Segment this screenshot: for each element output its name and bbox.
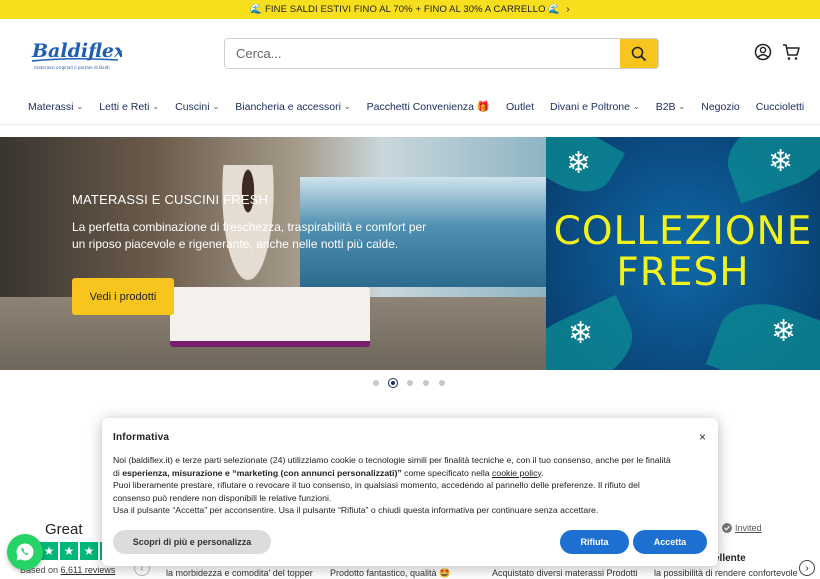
whatsapp-icon: [16, 543, 34, 561]
cookie-paragraph-2: Puoi liberamente prestare, rifiutare o r…: [113, 480, 640, 503]
nav-item-label: Negozio: [701, 100, 740, 113]
nav-item-label: Pacchetti Convenienza 🎁: [366, 101, 490, 113]
nav-item-b2b[interactable]: B2B ⌄: [656, 101, 686, 113]
nav-item-outlet[interactable]: Outlet: [506, 101, 534, 113]
nav-item-negozio[interactable]: Negozio: [701, 101, 740, 113]
close-icon[interactable]: ×: [699, 430, 706, 444]
carousel-dots: [373, 379, 445, 387]
nav-item-label: Cuccioletti: [755, 100, 805, 113]
cookie-policy-link[interactable]: cookie policy: [492, 468, 541, 478]
nav-item-label: Cuscini: [175, 100, 210, 113]
nav-item-letti-e-reti[interactable]: Letti e Reti ⌄: [99, 101, 159, 113]
hero-description: La perfetta combinazione di freschezza, …: [72, 220, 427, 251]
nav-item-label: Materassi: [28, 100, 74, 113]
chevron-down-icon: ⌄: [152, 102, 160, 111]
promo-line-1: COLLEZIONE: [553, 209, 813, 254]
search-icon: [631, 46, 647, 61]
promo-topbar-text: 🌊 FINE SALDI ESTIVI FINO AL 70% + FINO A…: [250, 4, 561, 15]
nav-item-label: Outlet: [506, 100, 535, 113]
review-title: ellente: [714, 553, 746, 564]
main-nav: Materassi ⌄ Letti e Reti ⌄ Cuscini ⌄ Biancheri…: [0, 89, 820, 125]
search-input[interactable]: [225, 39, 620, 68]
reviews-count-link[interactable]: 6,611 reviews: [61, 565, 116, 575]
chevron-down-icon: ⌄: [343, 102, 351, 111]
site-header: Baldiflex materassi originali il portale…: [0, 19, 820, 89]
snowflake-icon: ❄: [771, 315, 797, 348]
cookie-accept-button[interactable]: Accetta: [633, 530, 707, 554]
cookie-title: Informativa: [113, 432, 170, 443]
cookie-reject-button[interactable]: Rifiuta: [560, 530, 629, 554]
snowflake-icon: ❄: [768, 145, 794, 178]
reviews-next-button[interactable]: ›: [799, 560, 815, 576]
search-button[interactable]: [620, 39, 658, 68]
baldiflex-logo[interactable]: Baldiflex materassi originali il portale…: [30, 37, 126, 73]
nav-item-biancheria-e-accessori[interactable]: Biancheria e accessori ⌄: [235, 101, 350, 113]
hero-carousel: MATERASSI E CUSCINI FRESH La perfetta co…: [0, 137, 820, 370]
nav-item-cuscini[interactable]: Cuscini ⌄: [175, 101, 219, 113]
nav-item-cuccioletti[interactable]: Cuccioletti: [756, 101, 804, 113]
promo-line-2: FRESH: [616, 250, 750, 295]
chevron-down-icon: ⌄: [678, 102, 686, 111]
nav-item-label: Letti e Reti: [99, 100, 150, 113]
nav-item-label: Biancheria e accessori: [235, 100, 341, 113]
mattress-image: [170, 287, 370, 347]
star-icon: ★: [60, 542, 78, 560]
cookie-customize-button[interactable]: Scopri di più e personalizza: [113, 530, 271, 554]
cookie-body: Noi (baldiflex.it) e terze parti selezio…: [113, 454, 673, 517]
star-icon: ★: [80, 542, 98, 560]
nav-item-materassi[interactable]: Materassi ⌄: [28, 101, 83, 113]
nav-item-label: B2B: [655, 100, 676, 113]
carousel-dot[interactable]: [373, 380, 379, 386]
chevron-down-icon: ⌄: [212, 102, 220, 111]
chevron-down-icon: ⌄: [632, 102, 640, 111]
user-icon[interactable]: [754, 43, 772, 61]
hero-cta-button[interactable]: Vedi i prodotti: [72, 278, 174, 315]
nav-item-pacchetti-convenienza[interactable]: Pacchetti Convenienza 🎁: [367, 100, 490, 113]
trustpilot-rating-word: Great: [45, 521, 83, 538]
check-circle-icon: [722, 523, 732, 533]
collezione-fresh-banner[interactable]: ❄ ❄ ❄ ❄ COLLEZIONE FRESH: [546, 137, 820, 370]
carousel-dot[interactable]: [389, 379, 397, 387]
cookie-consent-banner: Informativa × Noi (baldiflex.it) e terze…: [102, 418, 718, 566]
whatsapp-chat-button[interactable]: [7, 534, 43, 570]
logo-tagline: materassi originali il portale di Baldi: [34, 65, 110, 70]
chevron-down-icon: ⌄: [76, 102, 84, 111]
snowflake-icon: ❄: [566, 147, 592, 180]
search-bar: [224, 38, 659, 69]
review-snippet: Prodotto fantastico, qualità 🤩: [330, 568, 451, 578]
carousel-dot[interactable]: [439, 380, 445, 386]
chevron-right-icon[interactable]: ›: [566, 4, 569, 15]
header-actions: [754, 43, 800, 61]
hero-title: MATERASSI E CUSCINI FRESH: [72, 192, 269, 207]
review-invited-badge: Invited: [722, 523, 762, 533]
nav-item-label: Divani e Poltrone: [550, 100, 630, 113]
carousel-dot[interactable]: [407, 380, 413, 386]
nav-item-divani-e-poltrone[interactable]: Divani e Poltrone ⌄: [550, 101, 640, 113]
carousel-dot[interactable]: [423, 380, 429, 386]
promo-topbar[interactable]: 🌊 FINE SALDI ESTIVI FINO AL 70% + FINO A…: [0, 0, 820, 19]
snowflake-icon: ❄: [568, 317, 594, 350]
cookie-paragraph-3: Usa il pulsante “Accetta” per acconsenti…: [113, 505, 599, 516]
hero-slide-image: MATERASSI E CUSCINI FRESH La perfetta co…: [0, 137, 546, 370]
invited-label[interactable]: Invited: [735, 523, 762, 533]
cookie-paragraph-1: Noi (baldiflex.it) e terze parti selezio…: [113, 455, 671, 478]
cart-icon[interactable]: [782, 43, 800, 61]
